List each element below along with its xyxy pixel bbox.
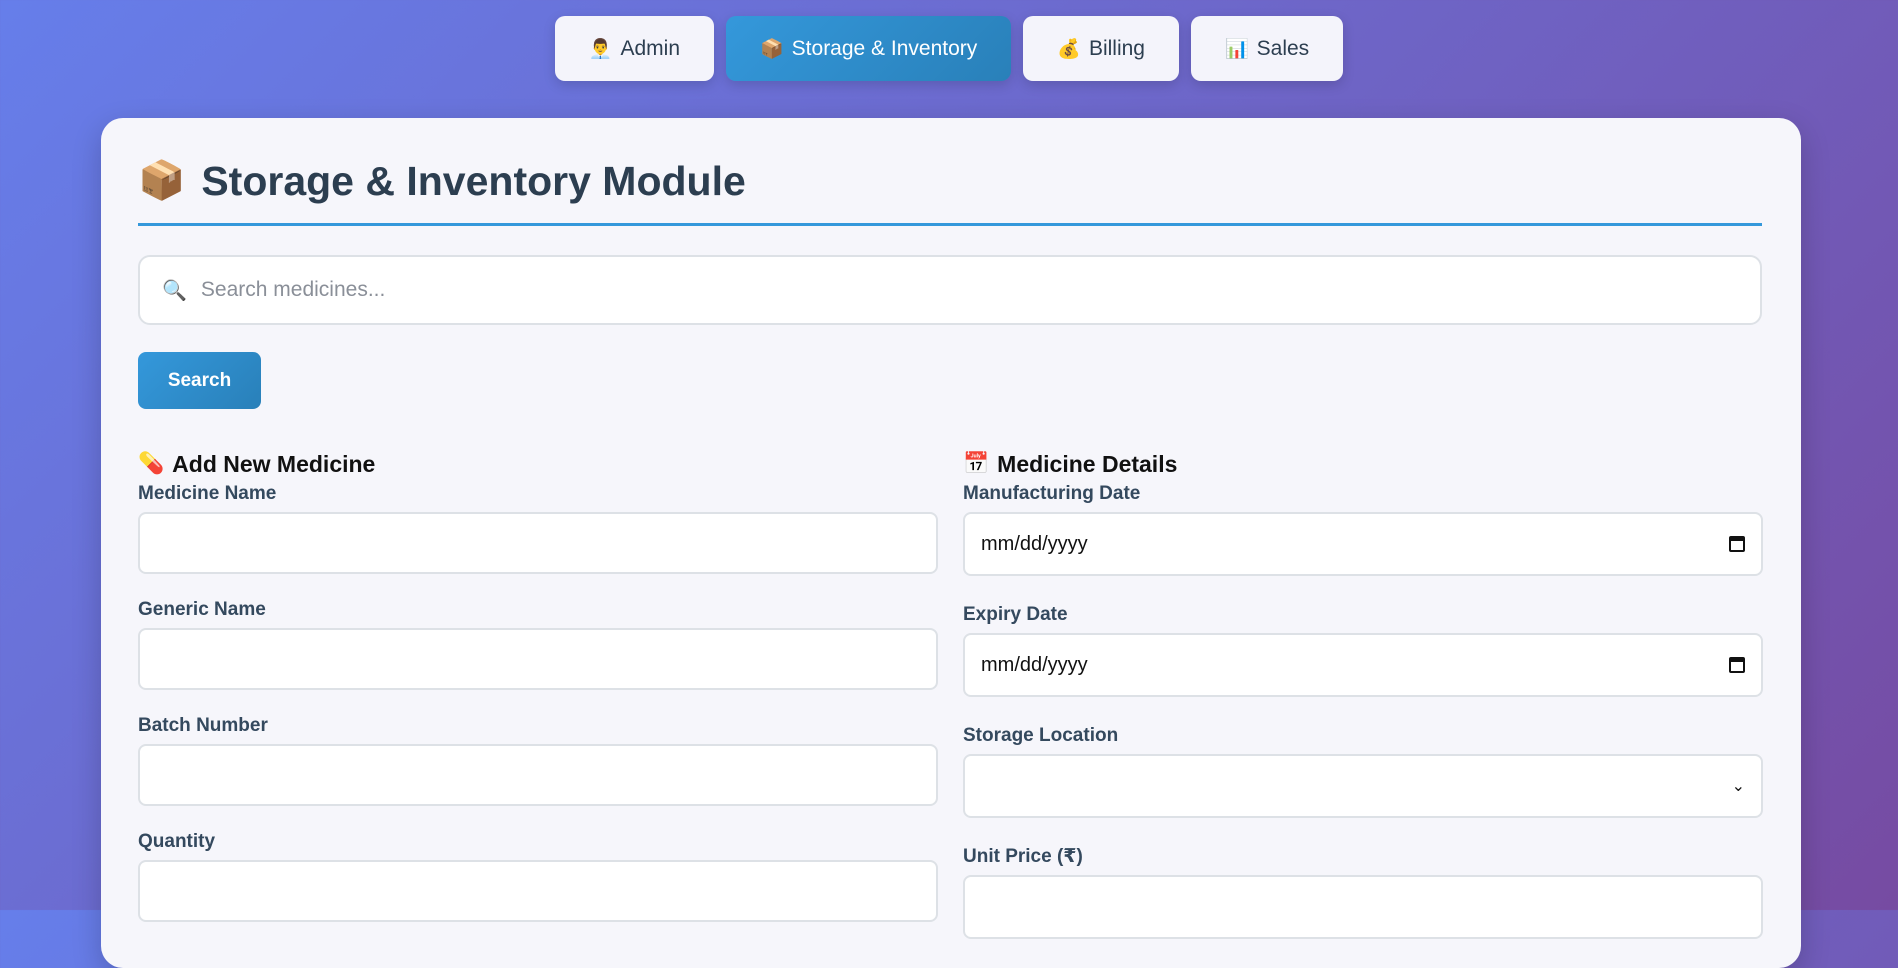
search-icon: 🔍 <box>162 279 187 302</box>
admin-icon: 👨‍💼 <box>588 38 613 60</box>
batch-number-label: Batch Number <box>138 715 268 736</box>
tab-sales[interactable]: 📊 Sales <box>1190 16 1344 81</box>
module-card: 📦 Storage & Inventory Module 🔍 Search 💊 … <box>101 118 1801 968</box>
page-title-text: Storage & Inventory Module <box>201 158 746 204</box>
calendar-picker-icon[interactable] <box>1729 657 1745 673</box>
expiry-date-value: mm/dd/yyyy <box>981 653 1088 676</box>
package-icon: 📦 <box>760 38 784 60</box>
storage-location-select[interactable]: ⌄ <box>963 754 1763 818</box>
add-medicine-section: 💊 Add New Medicine Medicine Name Generic… <box>138 448 938 944</box>
manufacturing-date-label: Manufacturing Date <box>963 483 1141 504</box>
expiry-date-label: Expiry Date <box>963 604 1068 625</box>
tab-billing[interactable]: 💰 Billing <box>1023 16 1179 81</box>
manufacturing-date-input[interactable]: mm/dd/yyyy <box>963 512 1763 576</box>
tab-billing-label: Billing <box>1088 36 1145 60</box>
section-title-text: Add New Medicine <box>172 450 376 477</box>
calendar-picker-icon[interactable] <box>1729 536 1745 552</box>
calendar-icon: 📅 <box>963 452 990 475</box>
search-box: 🔍 <box>138 255 1762 325</box>
medicine-name-input[interactable] <box>138 512 938 574</box>
module-tabs: 👨‍💼 Admin 📦 Storage & Inventory 💰 Billin… <box>0 16 1898 81</box>
generic-name-input[interactable] <box>138 628 938 690</box>
bar-chart-icon: 📊 <box>1224 38 1249 60</box>
quantity-label: Quantity <box>138 831 216 852</box>
quantity-input[interactable] <box>138 860 938 922</box>
expiry-date-input[interactable]: mm/dd/yyyy <box>963 633 1763 697</box>
section-title: 📅 Medicine Details <box>963 448 1763 480</box>
tab-storage-inventory[interactable]: 📦 Storage & Inventory <box>726 16 1012 81</box>
tab-admin[interactable]: 👨‍💼 Admin <box>554 16 714 81</box>
tab-storage-inventory-label: Storage & Inventory <box>791 36 978 60</box>
chevron-down-icon: ⌄ <box>1731 778 1745 795</box>
page-title: 📦 Storage & Inventory Module <box>138 156 1762 226</box>
package-icon: 📦 <box>138 160 186 202</box>
tab-sales-label: Sales <box>1256 36 1310 60</box>
storage-location-label: Storage Location <box>963 725 1119 746</box>
medicine-name-label: Medicine Name <box>138 483 277 504</box>
search-input[interactable] <box>198 277 1760 303</box>
generic-name-label: Generic Name <box>138 599 266 620</box>
search-button[interactable]: Search <box>138 352 261 409</box>
unit-price-label: Unit Price (₹) <box>963 846 1083 867</box>
medicine-details-section: 📅 Medicine Details Manufacturing Date mm… <box>963 448 1763 964</box>
tab-admin-label: Admin <box>620 36 680 60</box>
unit-price-input[interactable] <box>963 875 1763 939</box>
batch-number-input[interactable] <box>138 744 938 806</box>
pill-icon: 💊 <box>138 452 165 475</box>
money-bag-icon: 💰 <box>1057 38 1081 60</box>
section-title-text: Medicine Details <box>997 450 1178 477</box>
section-title: 💊 Add New Medicine <box>138 448 938 480</box>
manufacturing-date-value: mm/dd/yyyy <box>981 532 1088 555</box>
